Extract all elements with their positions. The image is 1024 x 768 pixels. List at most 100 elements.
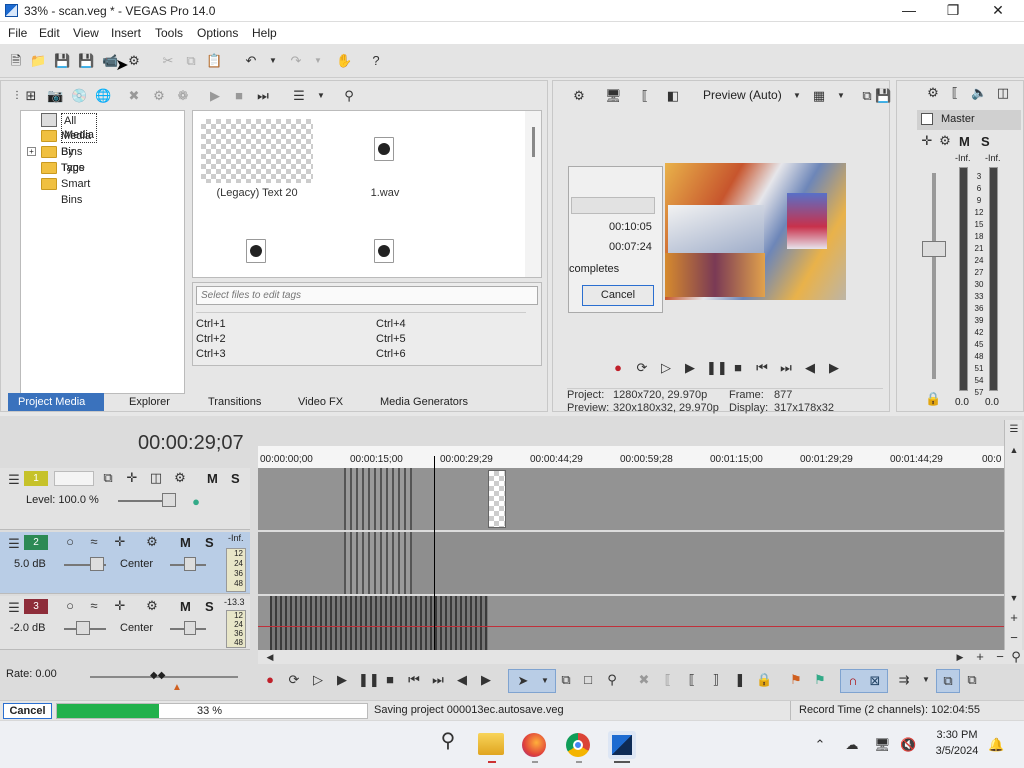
menu-insert[interactable]: Insert bbox=[111, 26, 141, 40]
track-mute-button[interactable]: M bbox=[207, 471, 218, 486]
save-icon[interactable]: 💾 bbox=[54, 53, 70, 69]
track-solo-button[interactable]: S bbox=[231, 471, 240, 486]
previous-frame-icon[interactable]: ◀ bbox=[802, 360, 818, 376]
track-settings-icon[interactable]: ⚙ bbox=[172, 470, 188, 486]
loop-playback-icon[interactable]: ⟳ bbox=[286, 672, 302, 688]
redo-icon[interactable]: ↷ bbox=[288, 53, 304, 69]
track-2-lane[interactable] bbox=[258, 532, 1004, 594]
track-3-header[interactable]: ☰ 3 ○ ≈ ✛ ⚙ M S -2.0 dB Center -13.3 12 … bbox=[0, 596, 250, 650]
play-from-start-icon[interactable]: ▷ bbox=[310, 672, 326, 688]
level-slider-handle[interactable] bbox=[162, 493, 176, 507]
new-file-icon[interactable]: 🗎 bbox=[8, 53, 24, 69]
blend-icon[interactable]: ● bbox=[188, 494, 204, 510]
maximize-icon[interactable]: ❐ bbox=[942, 2, 964, 20]
stop-media-icon[interactable]: ■ bbox=[231, 88, 247, 104]
timeline-options-icon[interactable]: ☰ bbox=[1006, 422, 1022, 438]
go-to-start-icon[interactable]: ⏮ bbox=[406, 672, 422, 688]
pan-slider-handle[interactable] bbox=[184, 557, 196, 571]
timeline-horizontal-scrollbar[interactable]: ◀ ▶ + − ⚲ bbox=[258, 649, 1024, 665]
zoom-tool-icon[interactable]: ⚲ bbox=[604, 672, 620, 688]
save-as-icon[interactable]: 💾 bbox=[78, 53, 94, 69]
insert-region-icon[interactable]: ⚑ bbox=[812, 672, 828, 688]
menu-options[interactable]: Options bbox=[197, 26, 238, 40]
track-menu-icon[interactable]: ☰ bbox=[6, 600, 22, 616]
tags-input[interactable] bbox=[196, 286, 538, 305]
dim-output-icon[interactable]: ◫ bbox=[995, 85, 1011, 101]
track-3-lane[interactable] bbox=[258, 596, 1004, 650]
views-dropdown-icon[interactable]: ▼ bbox=[313, 88, 329, 104]
record-icon[interactable]: ● bbox=[610, 360, 626, 376]
zoom-in-vertical-icon[interactable]: + bbox=[1006, 610, 1022, 626]
pan-icon[interactable]: ✛ bbox=[919, 133, 935, 149]
display-icon[interactable]: 🖥 bbox=[874, 737, 891, 753]
media-fx-icon[interactable]: ⚙ bbox=[151, 88, 167, 104]
pause-icon[interactable]: ❚❚ bbox=[358, 672, 380, 688]
arm-record-icon[interactable]: ○ bbox=[62, 598, 78, 614]
playhead[interactable] bbox=[434, 456, 435, 650]
fx-bypass-icon[interactable]: ◧ bbox=[665, 88, 681, 104]
paste-icon[interactable]: 📋 bbox=[206, 53, 222, 69]
dialog-cancel-button[interactable]: Cancel bbox=[582, 285, 654, 306]
track-settings-icon[interactable]: ⚙ bbox=[144, 598, 160, 614]
undo-dropdown-icon[interactable]: ▼ bbox=[265, 53, 281, 69]
next-frame-icon[interactable]: ▶ bbox=[478, 672, 494, 688]
menu-help[interactable]: Help bbox=[252, 26, 277, 40]
media-scrollbar[interactable] bbox=[525, 111, 541, 277]
undo-icon[interactable]: ↶ bbox=[243, 53, 259, 69]
delete-icon[interactable]: ✖ bbox=[636, 672, 652, 688]
zoom-in-time-icon[interactable]: + bbox=[972, 649, 988, 665]
track-2-header[interactable]: ☰ 2 ○ ≈ ✛ ⚙ M S 5.0 dB Center -Inf. 12 2… bbox=[0, 532, 250, 594]
cut-icon[interactable]: ✂ bbox=[160, 53, 176, 69]
lock-event-icon[interactable]: 🔒 bbox=[756, 672, 772, 688]
auto-crossfade-icon[interactable]: ⊠ bbox=[867, 673, 883, 689]
scroll-up-icon[interactable]: ▲ bbox=[1006, 442, 1022, 458]
copy-icon[interactable]: ⧉ bbox=[183, 53, 199, 69]
tab-video-fx[interactable]: Video FX bbox=[298, 396, 343, 408]
audio-file-icon[interactable] bbox=[246, 239, 266, 263]
ripple-dropdown-icon[interactable]: ▼ bbox=[918, 672, 934, 688]
capture-video-icon[interactable]: 📷 bbox=[47, 88, 63, 104]
menu-tools[interactable]: Tools bbox=[155, 26, 183, 40]
downmix-icon[interactable]: ⟦ bbox=[947, 85, 963, 101]
track-fx-icon[interactable]: ✛ bbox=[112, 598, 128, 614]
file-explorer-icon[interactable] bbox=[478, 733, 504, 755]
rate-slider-handle[interactable]: ◆◆ bbox=[150, 670, 174, 682]
video-event[interactable] bbox=[344, 468, 412, 530]
chevron-up-icon[interactable]: ⌃ bbox=[812, 737, 828, 753]
zoom-out-vertical-icon[interactable]: − bbox=[1006, 630, 1022, 646]
notification-bell-icon[interactable]: 🔔 bbox=[988, 737, 1004, 753]
track-1-lane[interactable] bbox=[258, 468, 1004, 530]
track-solo-button[interactable]: S bbox=[205, 599, 214, 614]
volume-slider-handle[interactable] bbox=[90, 557, 104, 571]
minimize-icon[interactable]: — bbox=[898, 2, 920, 20]
close-icon[interactable]: ✕ bbox=[987, 2, 1009, 20]
lock-icon[interactable]: 🔒 bbox=[925, 391, 941, 407]
save-snapshot-icon[interactable]: 💾 bbox=[875, 88, 891, 104]
pause-icon[interactable]: ❚❚ bbox=[706, 360, 728, 376]
text-event[interactable] bbox=[488, 470, 506, 528]
tab-transitions[interactable]: Transitions bbox=[208, 396, 261, 408]
audio-event[interactable] bbox=[344, 532, 412, 594]
split-icon[interactable]: ❚ bbox=[732, 672, 748, 688]
auto-preview-icon[interactable]: ⏭ bbox=[255, 88, 271, 104]
import-media-icon[interactable]: ⊞ bbox=[23, 88, 39, 104]
loop-playback-icon[interactable]: ⟳ bbox=[634, 360, 650, 376]
master-fx-icon[interactable]: ⚙ bbox=[937, 133, 953, 149]
whats-this-hand-icon[interactable]: ✋ bbox=[336, 53, 352, 69]
track-motion-icon[interactable]: ⧉ bbox=[100, 470, 116, 486]
track-fx-icon[interactable]: ✛ bbox=[124, 470, 140, 486]
selection-tool-icon[interactable]: □ bbox=[580, 672, 596, 688]
go-to-start-icon[interactable]: ⏮ bbox=[754, 360, 770, 376]
track-menu-icon[interactable]: ☰ bbox=[6, 472, 22, 488]
master-solo-button[interactable]: S bbox=[981, 134, 990, 149]
firefox-icon[interactable] bbox=[522, 733, 546, 757]
master-mute-button[interactable]: M bbox=[959, 134, 970, 149]
invert-phase-icon[interactable]: ≈ bbox=[86, 598, 102, 614]
play-from-start-icon[interactable]: ▷ bbox=[658, 360, 674, 376]
arm-record-icon[interactable]: ○ bbox=[62, 534, 78, 550]
render-cancel-button[interactable]: Cancel bbox=[3, 703, 52, 719]
preview-settings-icon[interactable]: ⚙ bbox=[571, 88, 587, 104]
menu-file[interactable]: File bbox=[8, 26, 27, 40]
track-1-header[interactable]: ☰ 1 ⧉ ✛ ◫ ⚙ M S Level: 100.0 % ● bbox=[0, 468, 250, 530]
ripple-edit-icon[interactable]: ⇉ bbox=[896, 672, 912, 688]
